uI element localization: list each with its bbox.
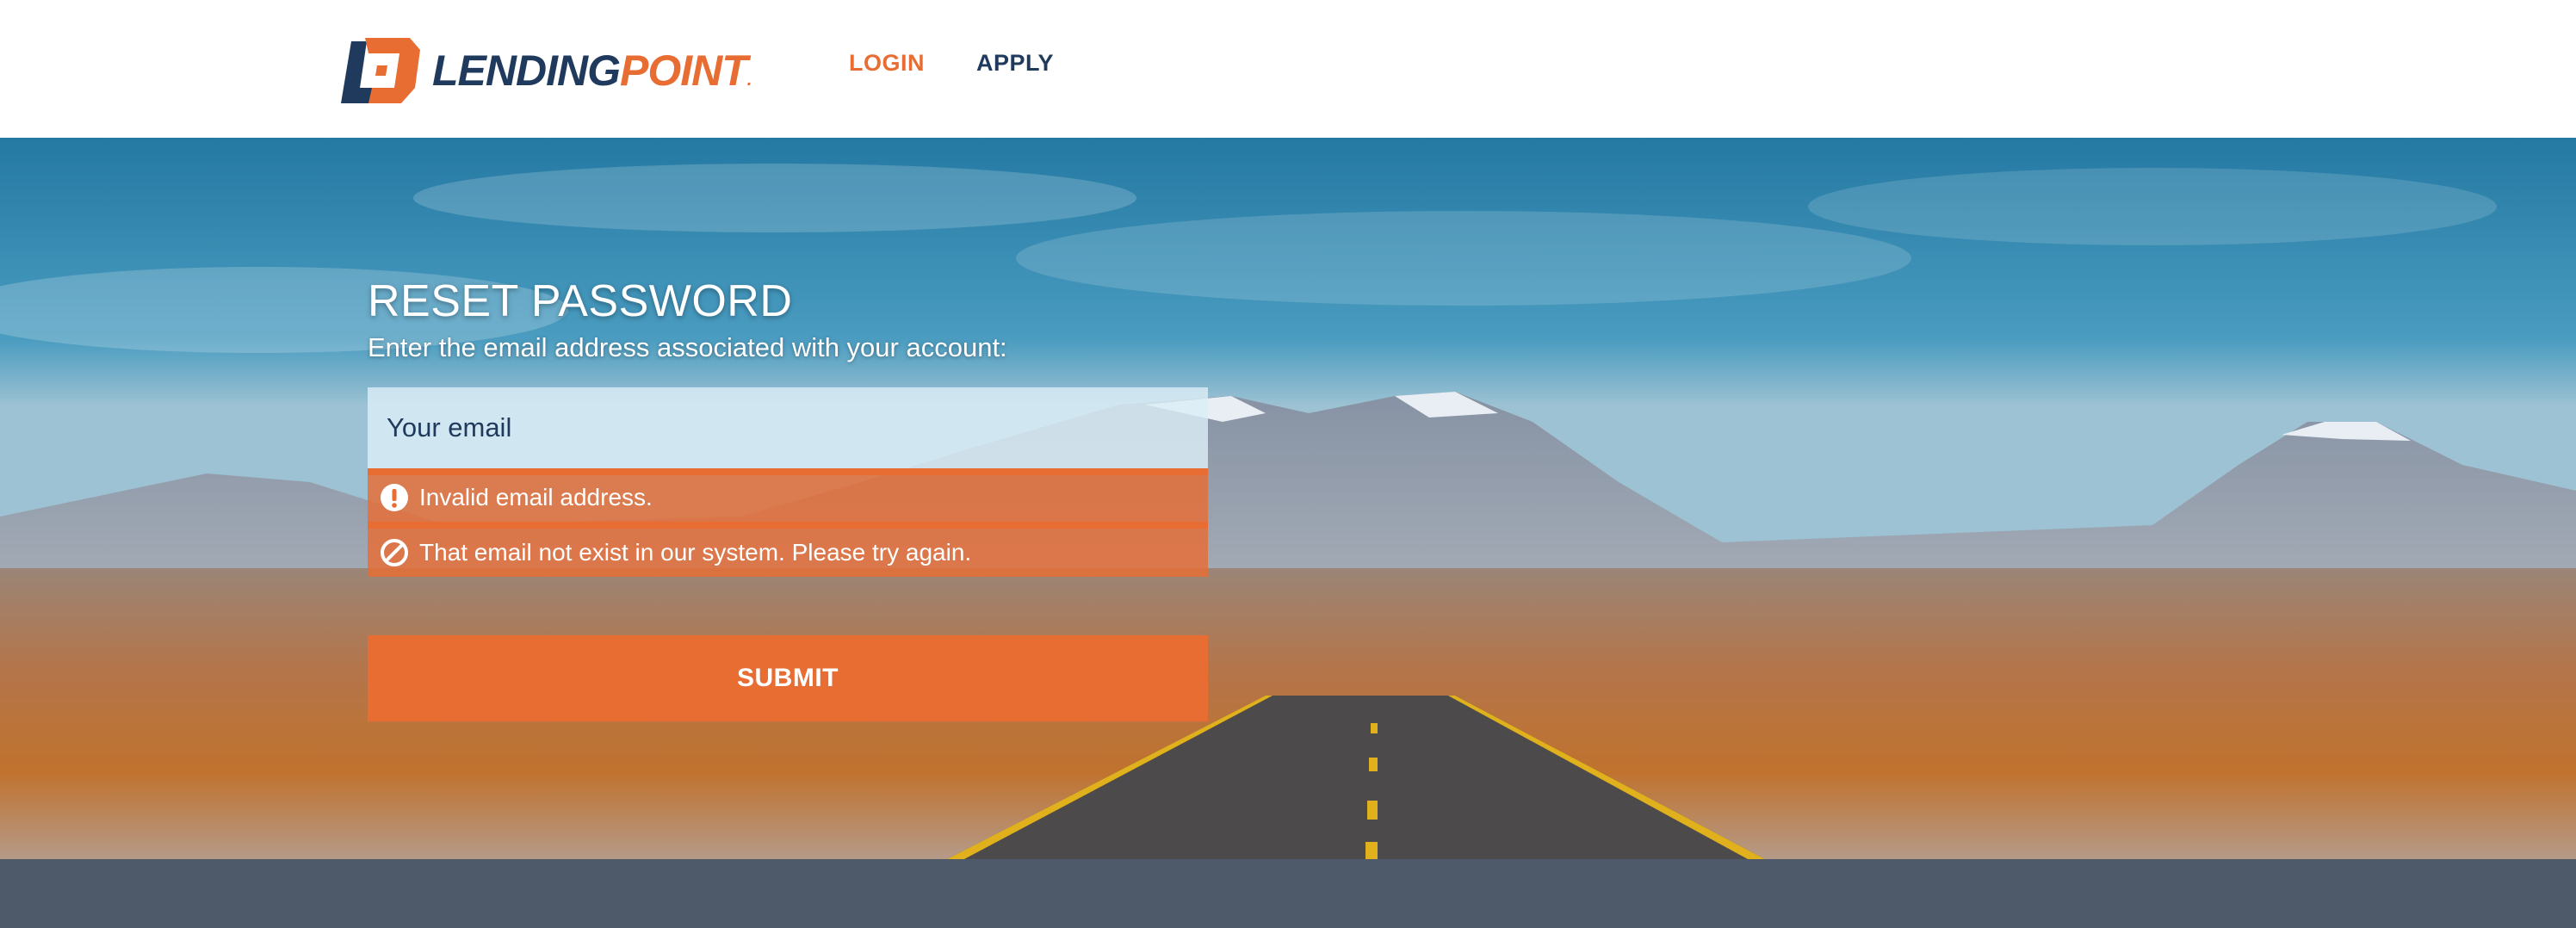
reset-password-form: RESET PASSWORD Enter the email address a… [368,274,1208,721]
error-divider [368,522,1208,529]
footer-band [0,859,2576,928]
error-message-not-in-system: That email not exist in our system. Plea… [368,529,1208,577]
error-text: That email not exist in our system. Plea… [419,539,972,566]
main-nav: LOGIN APPLY [849,50,1054,77]
error-text: Invalid email address. [419,484,653,510]
page-subtitle: Enter the email address associated with … [368,332,1007,362]
lendingpoint-wordmark: LENDINGPOINT. [432,46,752,95]
email-input[interactable] [368,387,1208,468]
nav-login-link[interactable]: LOGIN [849,50,925,77]
page-title: RESET PASSWORD [368,276,793,326]
prohibited-icon [381,539,408,566]
exclamation-circle-icon [381,484,408,511]
logo-trademark: . [746,71,752,90]
logo-text-point: POINT [620,46,748,95]
nav-apply-link[interactable]: APPLY [976,50,1054,77]
lendingpoint-logo-mark [334,38,420,103]
error-message-invalid-email: Invalid email address. [368,473,1208,522]
lendingpoint-logo[interactable]: LENDINGPOINT. [334,38,752,103]
submit-button[interactable]: SUBMIT [368,635,1208,721]
logo-text-lending: LENDING [432,46,621,95]
site-header: LENDINGPOINT. LOGIN APPLY [0,0,2576,138]
